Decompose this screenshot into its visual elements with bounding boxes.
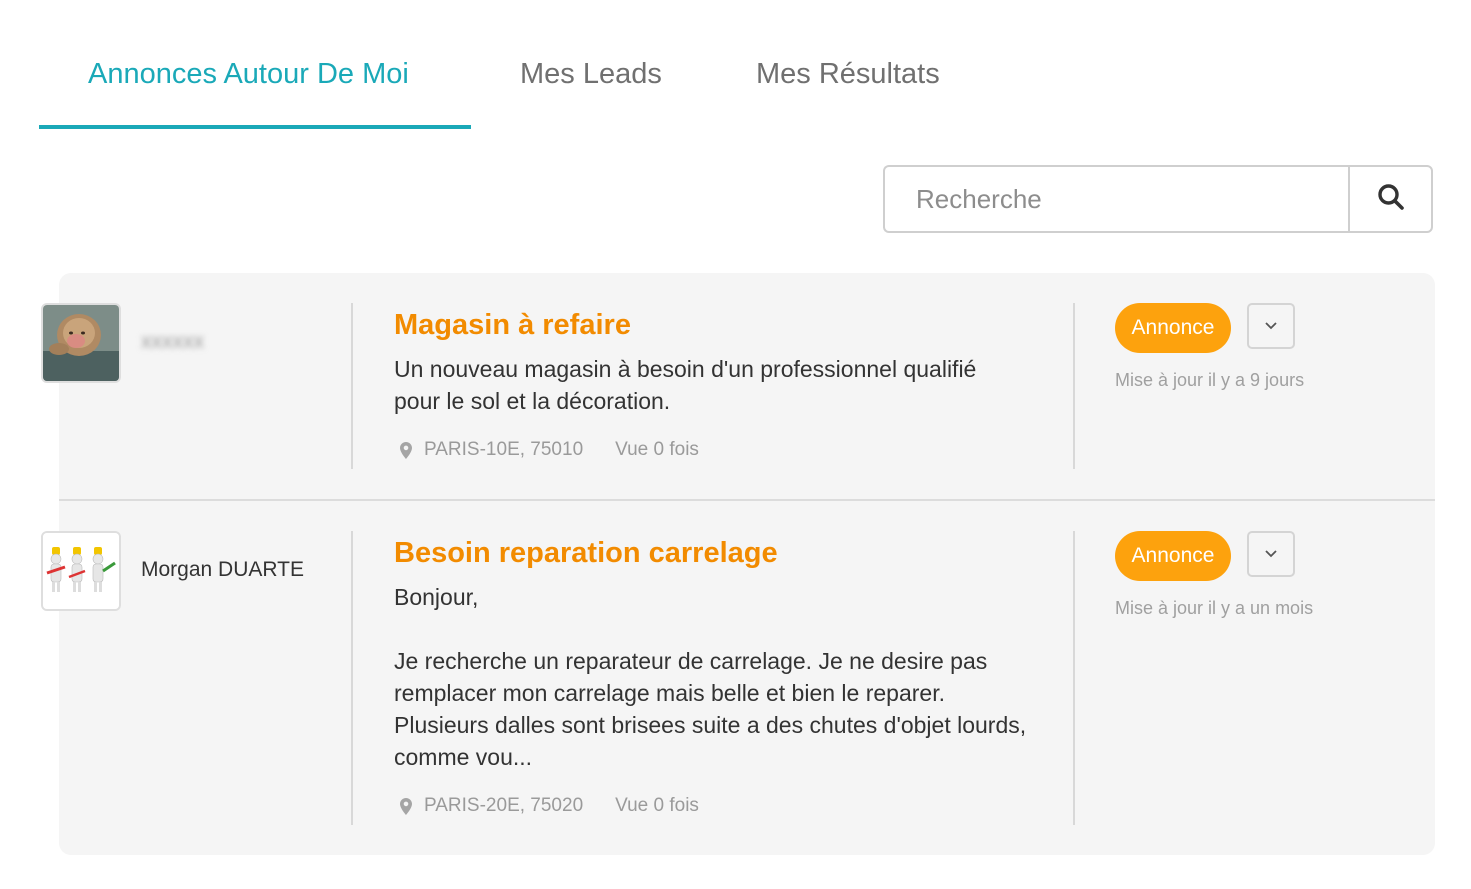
- listing-title[interactable]: Besoin reparation carrelage: [394, 535, 1064, 571]
- avatar[interactable]: [41, 303, 121, 383]
- listing-actions-dropdown[interactable]: [1247, 531, 1295, 577]
- tab-mes-resultats[interactable]: Mes Résultats: [756, 58, 940, 91]
- listing-location: PARIS-10E, 75010: [424, 439, 584, 460]
- listing-title[interactable]: Magasin à refaire: [394, 307, 1064, 343]
- search-input[interactable]: [883, 165, 1350, 233]
- listing-row: Morgan DUARTE Besoin reparation carrelag…: [41, 501, 1435, 855]
- chevron-down-icon: [1264, 317, 1278, 335]
- active-tab-indicator: [39, 125, 471, 129]
- divider: [351, 531, 353, 825]
- listing-updated: Mise à jour il y a un mois: [1115, 598, 1314, 618]
- chevron-down-icon: [1264, 545, 1278, 563]
- search-icon: [1377, 183, 1405, 216]
- location-pin-icon: [400, 797, 412, 815]
- listing-content: Magasin à refaire Un nouveau magasin à b…: [394, 307, 1064, 461]
- listing-meta: PARIS-10E, 75010 Vue 0 fois: [394, 439, 1064, 461]
- listing-description: Un nouveau magasin à besoin d'un profess…: [394, 356, 977, 414]
- author-name: xxxxxx: [141, 330, 204, 353]
- listing-type-badge: Annonce: [1115, 531, 1231, 581]
- divider: [1073, 531, 1075, 825]
- listing-side: Annonce Mise à jour il y a un mois: [1115, 531, 1313, 619]
- divider: [351, 303, 353, 469]
- listing-updated: Mise à jour il y a 9 jours: [1115, 370, 1305, 390]
- tabs-bar: Annonces Autour De Moi Mes Leads Mes Rés…: [39, 0, 1039, 130]
- listing-content: Besoin reparation carrelage Bonjour, Je …: [394, 535, 1064, 817]
- monkey-avatar-image: [43, 305, 119, 381]
- author-name: Morgan DUARTE: [141, 558, 304, 581]
- workers-avatar-image: [43, 533, 119, 609]
- divider: [1073, 303, 1075, 469]
- listing-type-badge: Annonce: [1115, 303, 1231, 353]
- listing-side: Annonce Mise à jour il y a 9 jours: [1115, 303, 1304, 391]
- listing-location: PARIS-20E, 75020: [424, 795, 584, 816]
- location-pin-icon: [400, 441, 412, 459]
- listing-actions-dropdown[interactable]: [1247, 303, 1295, 349]
- listings-list: xxxxxx Magasin à refaire Un nouveau maga…: [41, 273, 1435, 855]
- listing-views: Vue 0 fois: [615, 795, 699, 816]
- listing-description: Bonjour, Je recherche un reparateur de c…: [394, 584, 1027, 770]
- listing-meta: PARIS-20E, 75020 Vue 0 fois: [394, 795, 1064, 817]
- tab-mes-leads[interactable]: Mes Leads: [520, 58, 662, 91]
- search-bar: [883, 165, 1433, 233]
- tab-annonces-autour-de-moi[interactable]: Annonces Autour De Moi: [88, 58, 409, 91]
- avatar[interactable]: [41, 531, 121, 611]
- listing-row: xxxxxx Magasin à refaire Un nouveau maga…: [41, 273, 1435, 501]
- listing-views: Vue 0 fois: [615, 439, 699, 460]
- search-button[interactable]: [1348, 165, 1433, 233]
